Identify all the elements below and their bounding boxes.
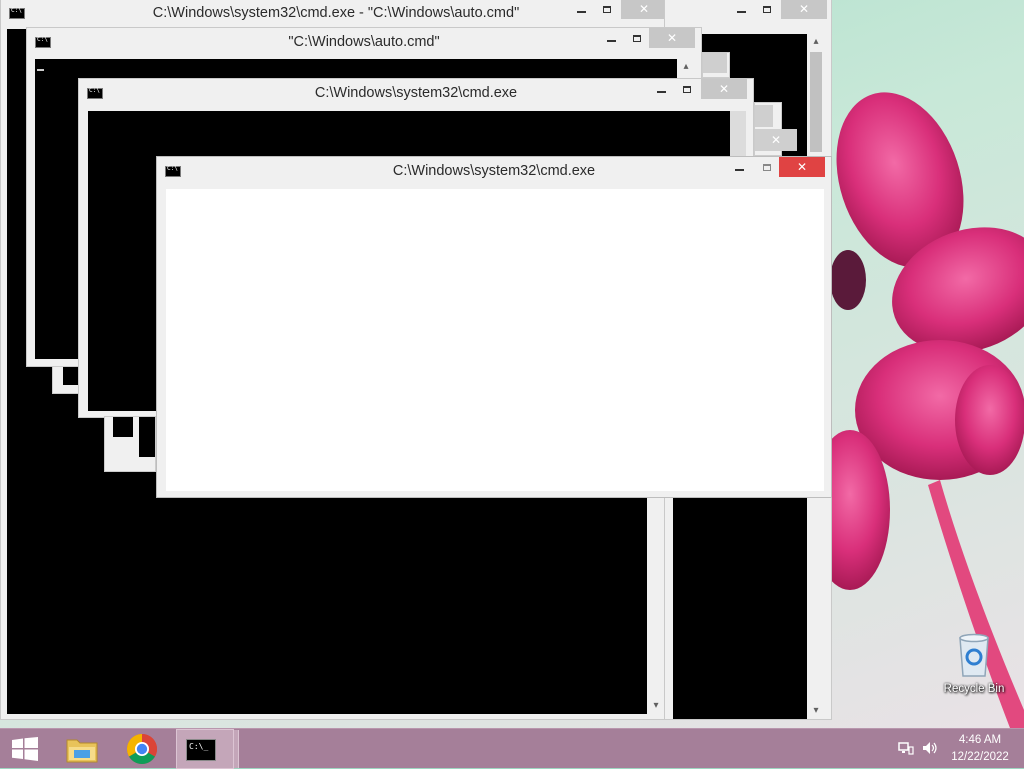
command-prompt-taskbar-button[interactable]: C:\_ <box>176 729 239 769</box>
minimize-icon <box>576 11 586 13</box>
close-button[interactable]: ✕ <box>701 79 747 99</box>
minimize-button[interactable] <box>597 28 625 48</box>
file-explorer-button[interactable] <box>58 729 106 769</box>
minimize-button[interactable] <box>725 157 753 177</box>
chrome-icon <box>126 734 158 765</box>
title-bar[interactable]: C:\Windows\system32\cmd.exe - "C:\Window… <box>1 0 671 29</box>
close-button[interactable]: ✕ <box>779 157 825 177</box>
network-icon[interactable] <box>898 741 914 755</box>
close-icon: ✕ <box>796 160 808 174</box>
title-bar[interactable]: ✕ <box>665 0 831 29</box>
scrollbar-thumb[interactable] <box>810 52 822 152</box>
title-bar[interactable]: C:\Windows\system32\cmd.exe ✕ <box>157 157 831 187</box>
clock-date[interactable]: 12/22/2022 <box>945 751 1015 763</box>
maximize-button[interactable] <box>753 157 781 177</box>
start-button[interactable] <box>0 729 48 769</box>
scroll-down-arrow-icon[interactable]: ▾ <box>807 703 825 719</box>
window-ghost-frame: ✕ <box>754 102 797 156</box>
recycle-bin-icon <box>959 633 989 677</box>
title-bar[interactable]: C:\Windows\system32\cmd.exe ✕ <box>79 79 753 109</box>
desktop: C:\Windows\system32\cmd.exe - "C:\Window… <box>0 0 1024 728</box>
close-icon: ✕ <box>666 31 678 45</box>
scroll-up-arrow-icon[interactable]: ▴ <box>677 59 695 75</box>
restore-button[interactable] <box>593 0 621 19</box>
maximize-icon <box>763 163 771 171</box>
volume-icon[interactable] <box>922 741 938 755</box>
console-output[interactable] <box>166 189 824 491</box>
maximize-button[interactable] <box>753 0 781 19</box>
restore-icon <box>603 5 611 13</box>
minimize-button[interactable] <box>647 79 675 99</box>
maximize-button[interactable] <box>673 79 701 99</box>
maximize-icon <box>633 34 641 42</box>
minimize-icon <box>606 40 616 42</box>
cmd-icon: C:\_ <box>186 739 216 761</box>
title-bar[interactable]: "C:\Windows\auto.cmd" ✕ <box>27 28 701 58</box>
scroll-up-arrow-icon[interactable]: ▴ <box>807 34 825 50</box>
close-icon: ✕ <box>638 2 650 16</box>
minimize-button[interactable] <box>727 0 755 19</box>
recycle-bin-label: Recycle Bin <box>943 683 1005 695</box>
windows-logo-icon <box>12 737 38 761</box>
taskbar: C:\_ 4:46 AM 12/22/2022 <box>0 728 1024 769</box>
clock-time[interactable]: 4:46 AM <box>945 734 1015 746</box>
maximize-icon <box>763 5 771 13</box>
minimize-button[interactable] <box>567 0 595 19</box>
minimize-icon <box>734 169 744 171</box>
window-ghost-frame <box>104 416 156 472</box>
scroll-down-arrow-icon[interactable]: ▾ <box>647 698 665 714</box>
close-button[interactable]: ✕ <box>649 28 695 48</box>
close-icon: ✕ <box>718 82 730 96</box>
close-button[interactable]: ✕ <box>621 0 667 19</box>
maximize-icon <box>683 85 691 93</box>
window-ghost-frame <box>702 52 730 78</box>
chrome-button[interactable] <box>118 729 166 769</box>
recycle-bin-shortcut[interactable]: Recycle Bin <box>942 630 1006 695</box>
minimize-icon <box>736 11 746 13</box>
folder-icon <box>66 739 98 763</box>
minimize-icon <box>656 91 666 93</box>
close-icon: ✕ <box>798 2 810 16</box>
close-button[interactable]: ✕ <box>781 0 827 19</box>
cmd-window-active[interactable]: C:\Windows\system32\cmd.exe ✕ <box>156 156 832 498</box>
text-cursor <box>37 69 44 71</box>
scrollbar-thumb[interactable] <box>730 111 746 157</box>
maximize-button[interactable] <box>623 28 651 48</box>
